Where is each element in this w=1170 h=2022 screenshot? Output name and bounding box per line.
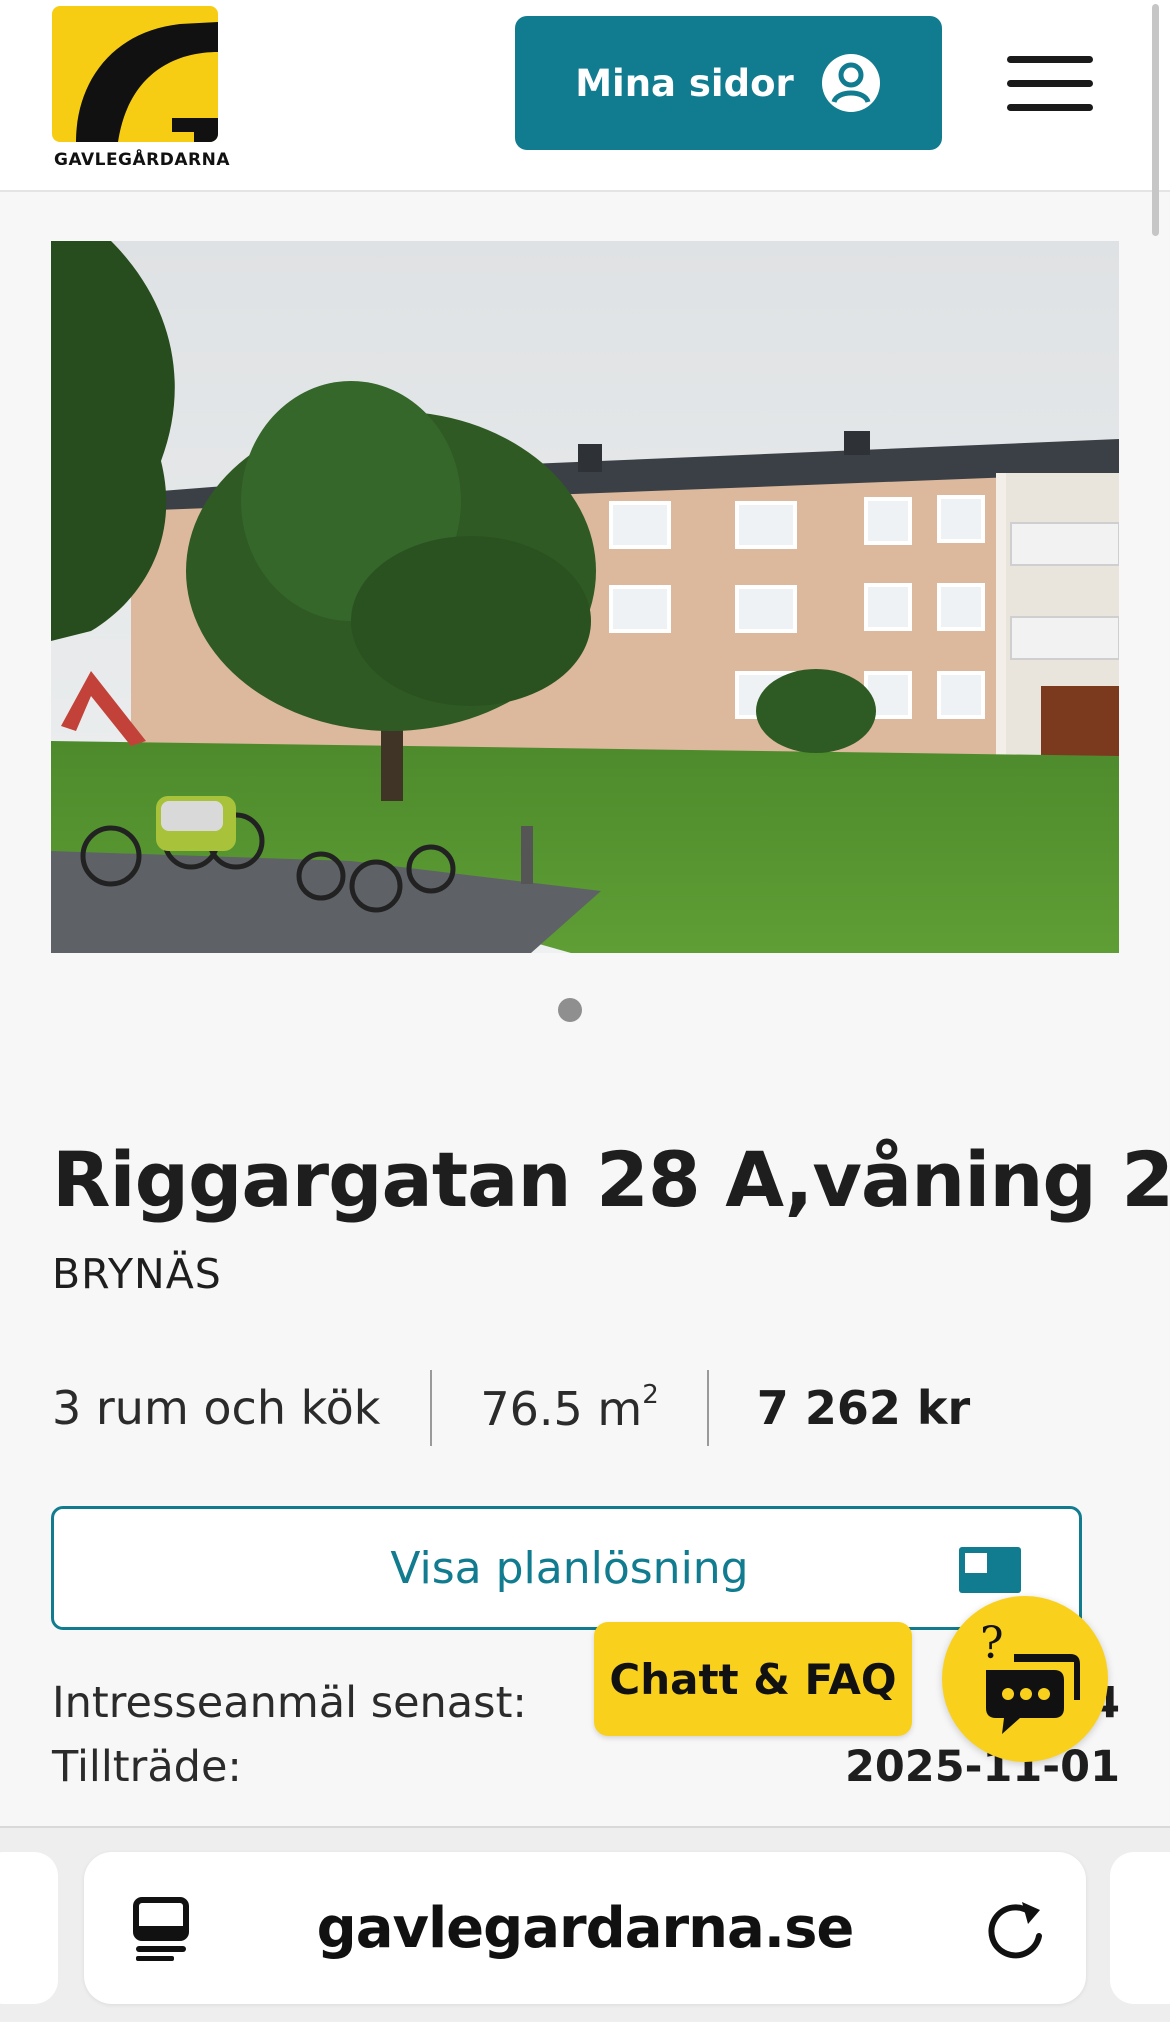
interest-label: Intresseanmäl senast: [52, 1678, 527, 1728]
floorplan-label: Visa planlösning [390, 1543, 749, 1594]
access-label: Tillträde: [52, 1742, 242, 1792]
browser-bar: gavlegardarna.se [0, 1826, 1170, 2022]
site-header: GAVLEGÅRDARNA Mina sidor [0, 0, 1170, 192]
address-bar[interactable]: gavlegardarna.se [84, 1852, 1086, 2004]
size-fact: 76.5 m2 [480, 1380, 658, 1436]
chat-faq-icon[interactable]: ? [942, 1596, 1108, 1762]
chat-faq-button[interactable]: Chatt & FAQ [594, 1622, 912, 1736]
size-unit-sup: 2 [642, 1380, 659, 1410]
previous-tab[interactable] [0, 1852, 58, 2004]
hamburger-menu-icon[interactable] [1005, 52, 1095, 116]
next-tab[interactable] [1110, 1852, 1170, 2004]
fact-divider [706, 1370, 709, 1446]
rent-fact: 7 262 kr [756, 1381, 971, 1435]
logo-mark [52, 6, 218, 142]
logo-text: GAVLEGÅRDARNA [54, 150, 231, 170]
listing-title: Riggargatan 28 A,våning 2 [52, 1135, 1170, 1224]
page-scrollbar[interactable] [1152, 4, 1159, 236]
svg-text:?: ? [980, 1618, 1004, 1669]
floorplan-icon [959, 1547, 1021, 1593]
rooms-fact: 3 rum och kök [52, 1381, 381, 1435]
mina-sidor-label: Mina sidor [575, 61, 794, 105]
size-value: 76.5 m [480, 1382, 643, 1436]
listing-area: BRYNÄS [52, 1250, 222, 1298]
mina-sidor-button[interactable]: Mina sidor [515, 16, 942, 150]
carousel-dot-active[interactable] [558, 998, 582, 1022]
listing-facts: 3 rum och kök 76.5 m2 7 262 kr [52, 1370, 970, 1446]
url-text: gavlegardarna.se [316, 1896, 855, 1961]
reload-icon[interactable] [982, 1896, 1048, 1962]
listing-photo[interactable] [51, 241, 1119, 953]
user-circle-icon [821, 54, 880, 112]
fact-divider [430, 1370, 433, 1446]
floorplan-button[interactable]: Visa planlösning [51, 1506, 1082, 1630]
gavlegardarna-logo[interactable]: GAVLEGÅRDARNA [52, 6, 230, 174]
